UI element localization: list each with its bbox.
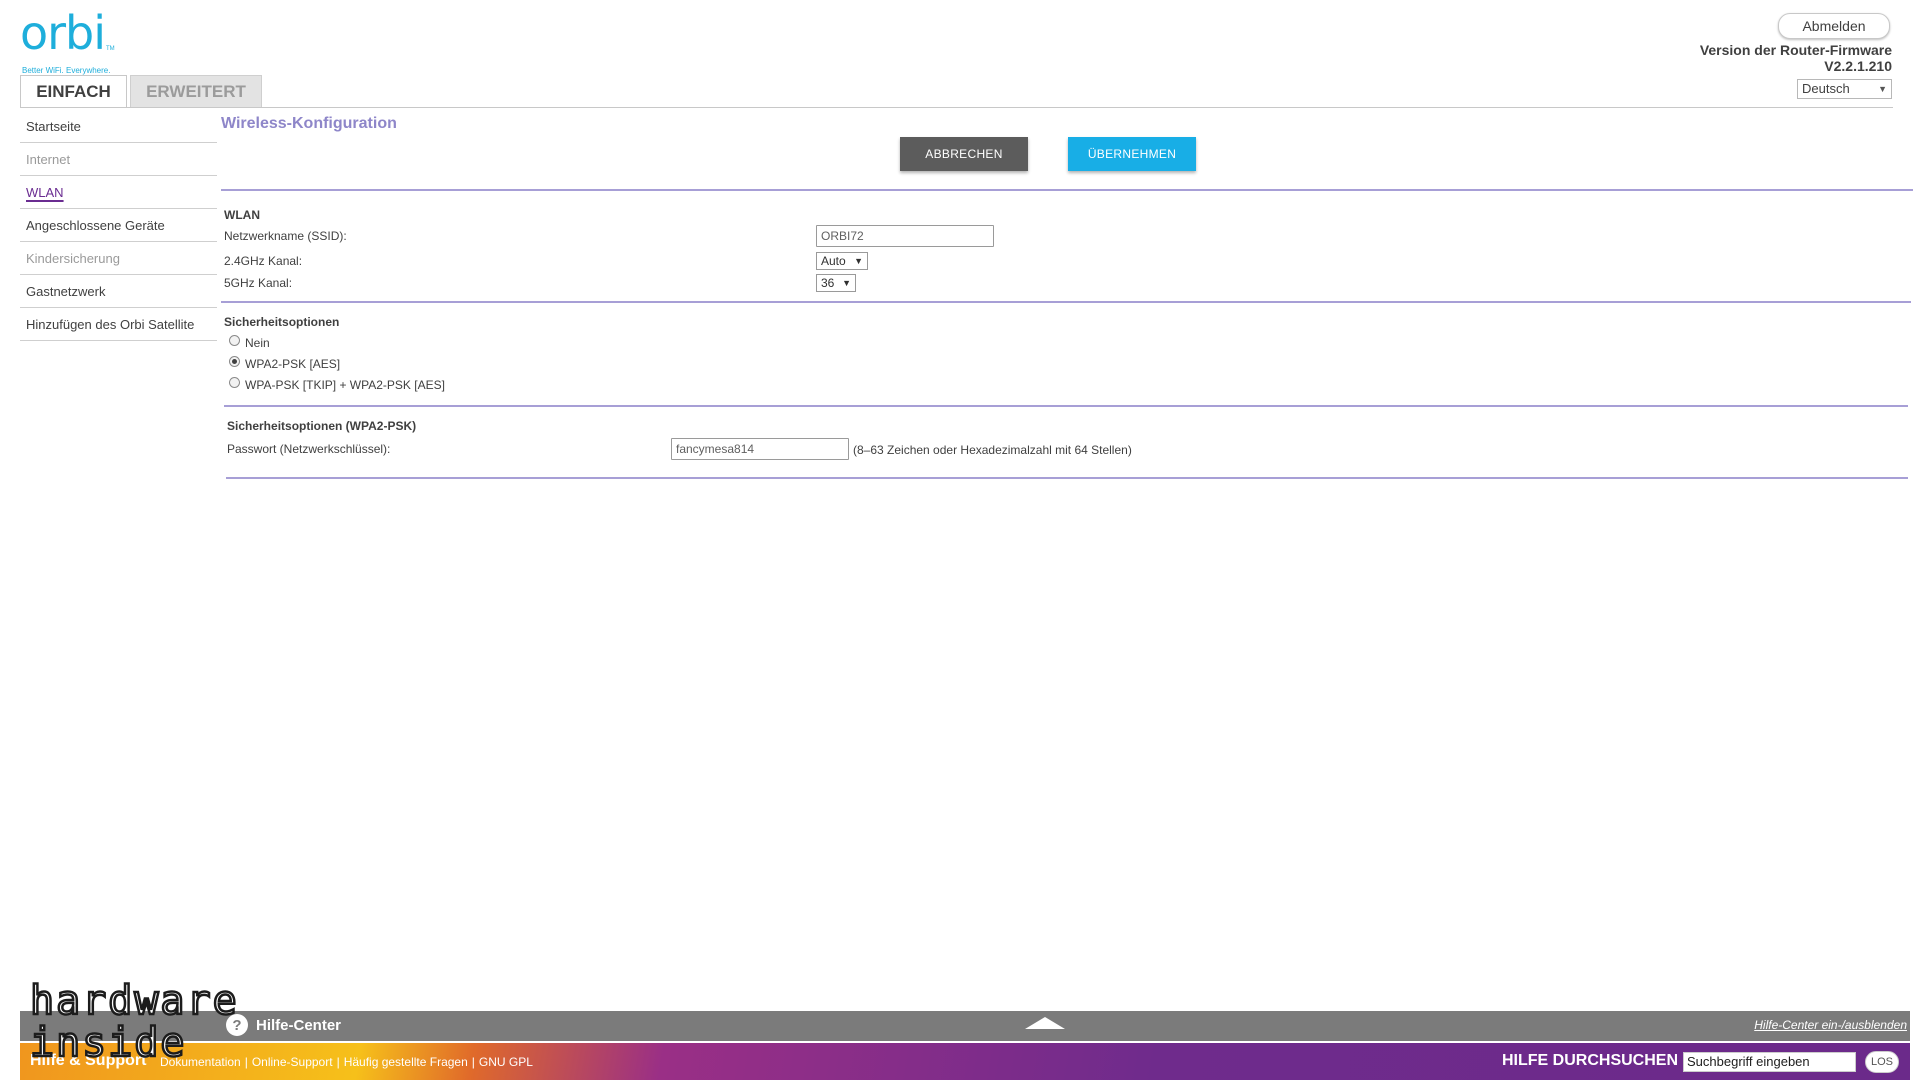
channel-5ghz-select[interactable]: 36 ▼ [816,274,856,292]
security-option-label: WPA2-PSK [AES] [245,357,341,371]
apply-button[interactable]: ÜBERNEHMEN [1068,137,1196,171]
link-gnu-gpl[interactable]: GNU GPL [479,1055,533,1069]
security-option-label: WPA-PSK [TKIP] + WPA2-PSK [AES] [245,378,445,392]
channel-24ghz-select[interactable]: Auto ▼ [816,252,868,270]
channel-5ghz-value: 36 [821,276,835,290]
tab-divider [20,107,1893,108]
security-option-label: Nein [245,336,270,350]
wlan-section-title: WLAN [224,208,260,222]
expand-up-icon[interactable] [1025,1017,1065,1029]
language-select[interactable]: Deutsch ▼ [1797,79,1892,99]
sidebar-item-home[interactable]: Startseite [20,110,217,143]
page-title: Wireless-Konfiguration [221,115,397,132]
sidebar-item-wlan[interactable]: WLAN [20,176,217,209]
chevron-down-icon: ▼ [842,278,851,288]
tab-advanced[interactable]: ERWEITERT [130,75,262,107]
channel-5ghz-label: 5GHz Kanal: [224,276,293,290]
password-label: Passwort (Netzwerkschlüssel): [227,442,391,456]
link-separator: | [471,1055,475,1069]
sidebar-item-attached-devices[interactable]: Angeschlossene Geräte [20,209,217,242]
sidebar-item-guest-network[interactable]: Gastnetzwerk [20,275,217,308]
tab-basic[interactable]: EINFACH [20,75,127,107]
logout-button[interactable]: Abmelden [1778,13,1890,39]
chevron-down-icon: ▼ [854,256,863,266]
sidebar-item-add-satellite[interactable]: Hinzufügen des Orbi Satellite [20,308,217,341]
watermark-line1: hardware [30,980,239,1024]
security-section-title: Sicherheitsoptionen [224,315,340,329]
security-radio-wpa2[interactable] [229,356,240,367]
password-input[interactable]: fancymesa814 [671,438,849,460]
hardware-inside-watermark: hardware inside [30,980,239,1060]
logo-trademark: TM [106,46,115,52]
sidebar-item-internet[interactable]: Internet [20,143,217,176]
help-search-input[interactable]: Suchbegriff eingeben [1683,1052,1856,1072]
chevron-down-icon: ▼ [1878,84,1887,94]
wpa2-section-title: Sicherheitsoptionen (WPA2-PSK) [227,419,417,433]
sidebar-item-parental-controls[interactable]: Kindersicherung [20,242,217,275]
section-divider [226,477,1908,479]
section-divider [221,189,1913,191]
logo-wordmark: orbi [20,6,106,60]
password-hint: (8–63 Zeichen oder Hexadezimalzahl mit 6… [853,443,1132,457]
ssid-input[interactable]: ORBI72 [816,225,994,247]
language-value: Deutsch [1802,81,1850,96]
channel-24ghz-value: Auto [821,254,846,268]
help-center-toggle-link[interactable]: Hilfe-Center ein-/ausblenden [1754,1018,1907,1032]
channel-24ghz-label: 2.4GHz Kanal: [224,254,303,268]
firmware-version: V2.2.1.210 [1824,58,1892,74]
cancel-button[interactable]: ABBRECHEN [900,137,1028,171]
sidebar: Startseite Internet WLAN Angeschlossene … [20,110,217,341]
section-divider [221,301,1911,303]
logo-tagline: Better WiFi. Everywhere. [22,66,111,75]
watermark-line2: inside [30,1020,187,1060]
security-radio-none[interactable] [229,335,240,346]
search-help-title: HILFE DURCHSUCHEN [1502,1052,1678,1069]
ssid-label: Netzwerkname (SSID): [224,229,347,243]
section-divider [224,405,1908,407]
help-search-button[interactable]: LOS [1865,1051,1899,1073]
security-radio-wpa-mixed[interactable] [229,377,240,388]
orbi-logo: orbi TM Better WiFi. Everywhere. [20,6,130,75]
firmware-label: Version der Router-Firmware [1699,42,1892,58]
